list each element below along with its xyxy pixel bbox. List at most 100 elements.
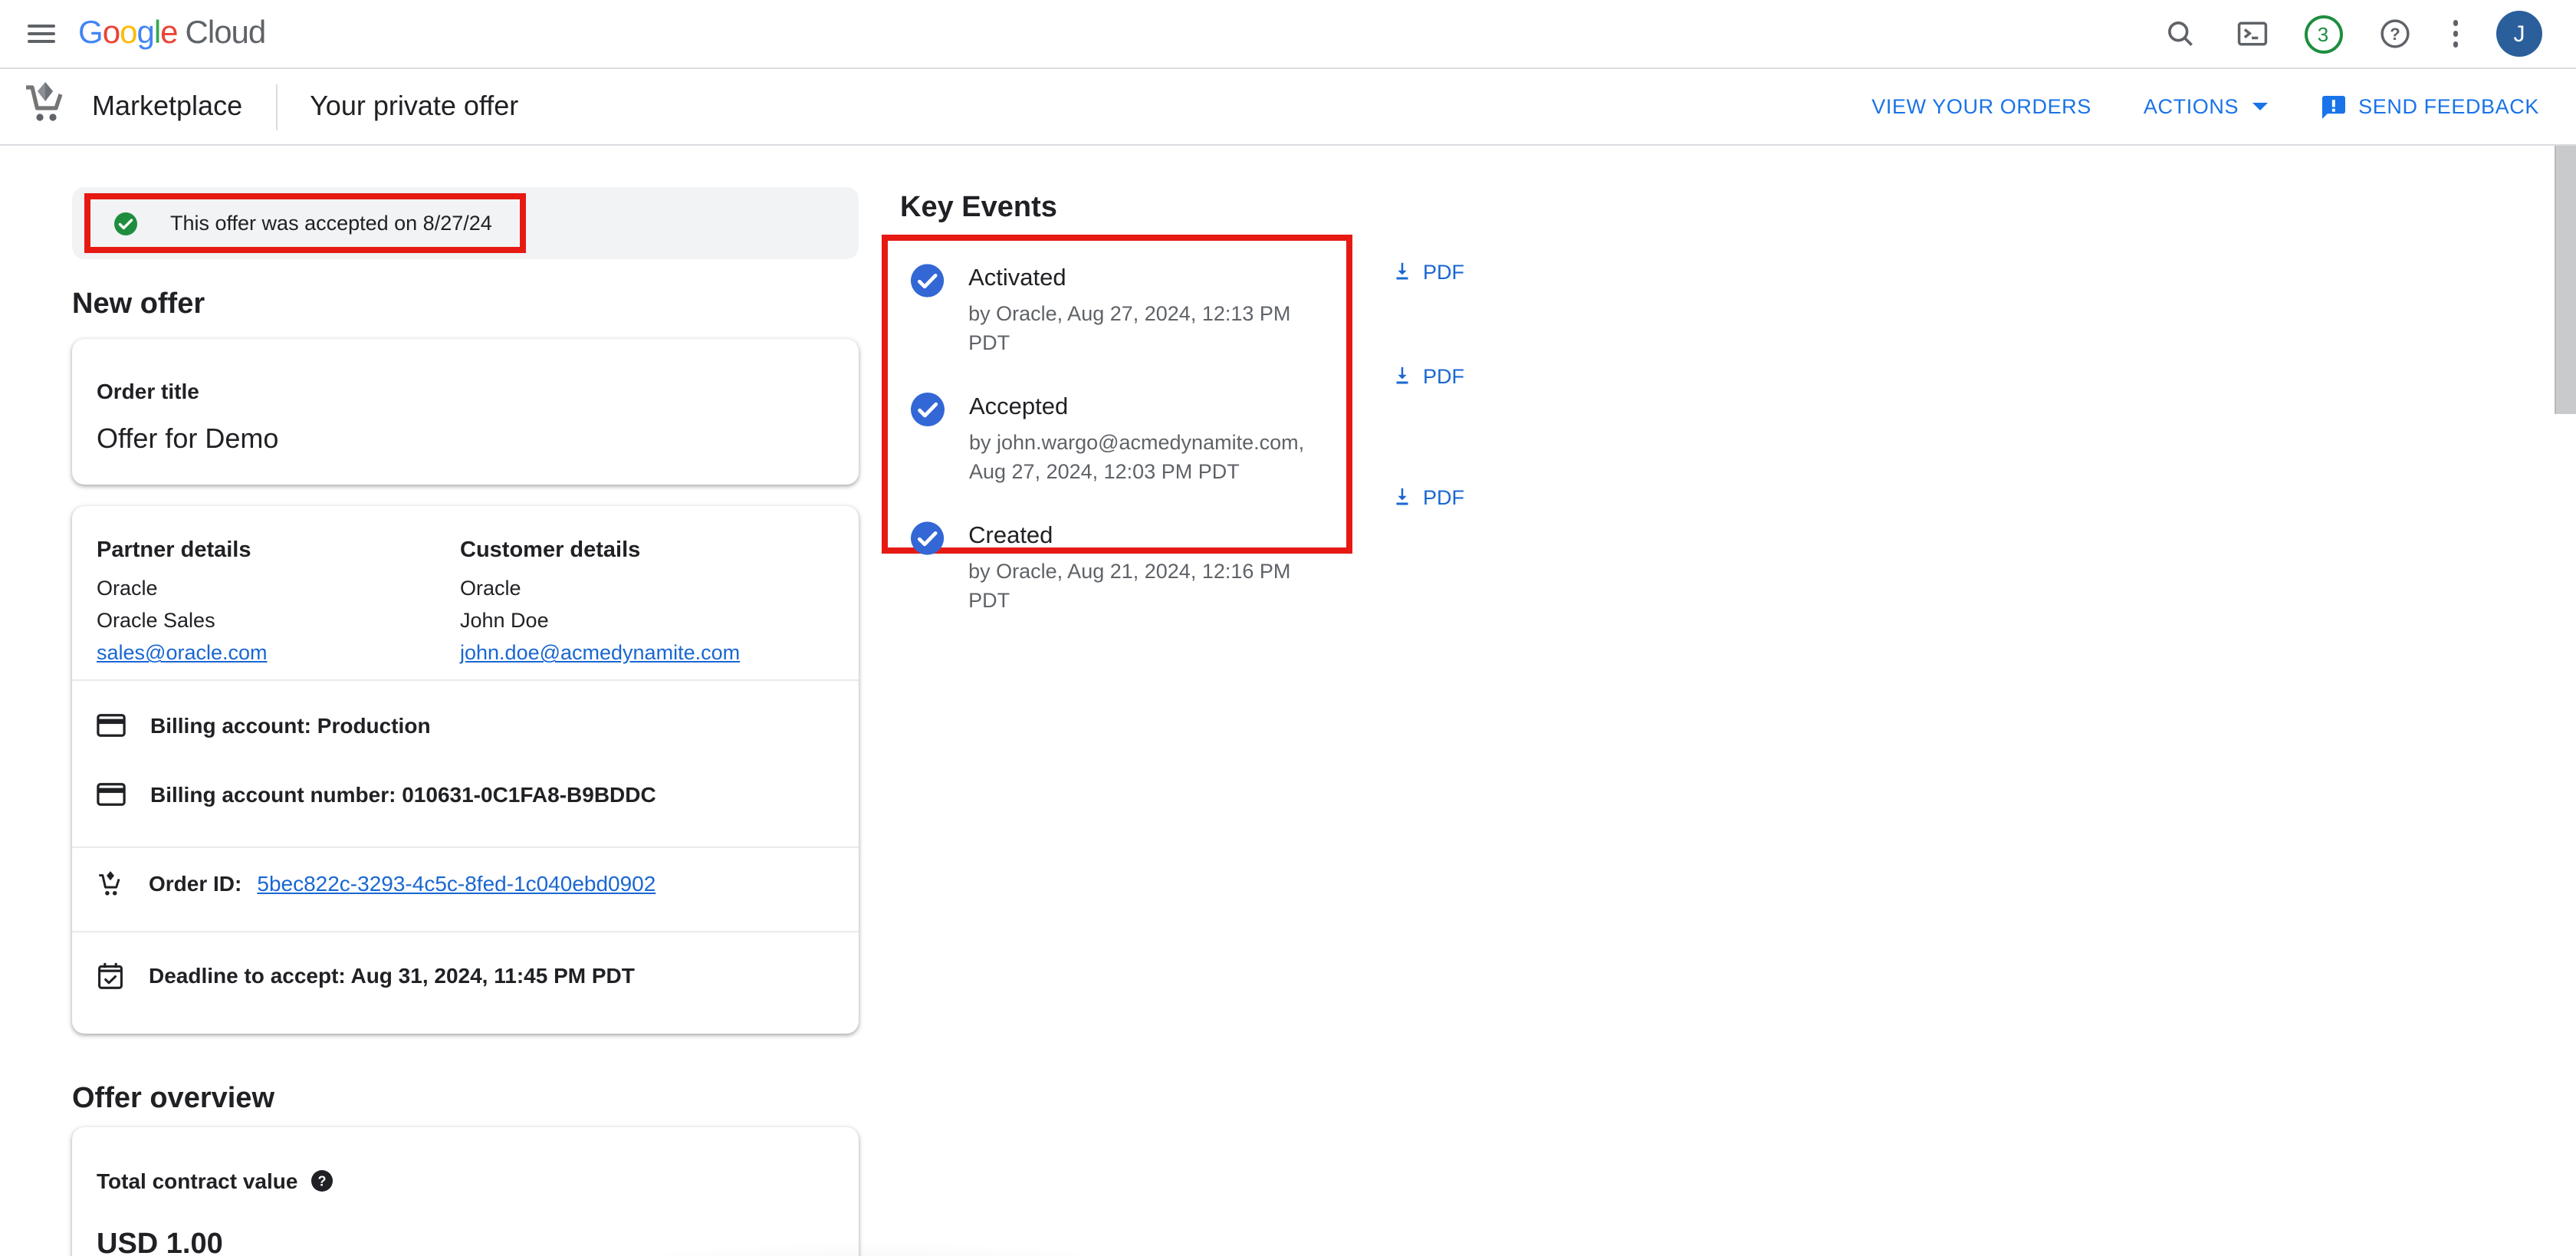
chevron-down-icon <box>2252 103 2268 110</box>
view-your-orders-button[interactable]: VIEW YOUR ORDERS <box>1871 95 2091 118</box>
partner-details-heading: Partner details <box>97 537 460 564</box>
breadcrumb-product[interactable]: Marketplace <box>92 90 242 123</box>
billing-account-number-text: Billing account number: 010631-0C1FA8-B9… <box>150 782 656 807</box>
avatar[interactable]: J <box>2496 11 2542 57</box>
cloud-shell-icon[interactable] <box>2232 14 2272 54</box>
event-created: Created by Oracle, Aug 21, 2024, 12:16 P… <box>909 520 1331 615</box>
event-check-icon <box>909 520 945 557</box>
offer-accepted-banner: This offer was accepted on 8/27/24 <box>72 187 859 259</box>
event-title: Activated <box>968 262 1331 294</box>
customer-email-link[interactable]: john.doe@acmedynamite.com <box>460 641 740 664</box>
search-icon[interactable] <box>2160 14 2200 54</box>
section-title-offer-overview: Offer overview <box>72 1083 274 1116</box>
gcp-marketplace-private-offer-page: Google Cloud 3 ? <box>0 0 2576 1256</box>
pdf-label: PDF <box>1423 364 1464 387</box>
section-title-key-events: Key Events <box>900 192 1057 225</box>
feedback-icon <box>2320 93 2348 120</box>
send-feedback-button[interactable]: SEND FEEDBACK <box>2320 93 2539 120</box>
help-icon[interactable]: ? <box>2374 14 2414 54</box>
customer-details-heading: Customer details <box>460 537 834 564</box>
order-cart-icon <box>97 869 124 898</box>
logo-letter: l <box>154 15 160 52</box>
event-detail: by john.wargo@acmedynamite.com, Aug 27, … <box>969 428 1304 486</box>
customer-details: Customer details Oracle John Doe john.do… <box>460 537 834 679</box>
top-actions: 3 ? J <box>2160 11 2542 57</box>
menu-icon[interactable] <box>28 25 55 43</box>
order-title-label: Order title <box>97 377 834 405</box>
download-icon <box>1391 259 1414 284</box>
logo-letter: G <box>78 15 103 52</box>
customer-company: Oracle <box>460 572 834 604</box>
deadline-text: Deadline to accept: Aug 31, 2024, 11:45 … <box>149 963 635 988</box>
top-navbar: Google Cloud 3 ? <box>0 0 2576 69</box>
order-id-row: Order ID: 5bec822c-3293-4c5c-8fed-1c040e… <box>97 866 834 900</box>
page-title: Your private offer <box>310 90 518 123</box>
google-cloud-logo[interactable]: Google Cloud <box>78 15 265 52</box>
event-detail: by Oracle, Aug 21, 2024, 12:16 PM PDT <box>968 557 1331 615</box>
pdf-label: PDF <box>1423 260 1464 283</box>
annotation-box-key-events: Activated by Oracle, Aug 27, 2024, 12:13… <box>882 235 1352 554</box>
actions-dropdown-button[interactable]: ACTIONS <box>2144 95 2268 118</box>
partner-company: Oracle <box>97 572 460 604</box>
logo-letter: g <box>136 15 153 52</box>
annotation-box-banner: This offer was accepted on 8/27/24 <box>84 193 526 253</box>
download-pdf-link-created[interactable]: PDF <box>1391 482 1464 512</box>
download-pdf-link-accepted[interactable]: PDF <box>1391 360 1464 391</box>
credit-card-icon <box>97 782 126 807</box>
billing-account-number-row: Billing account number: 010631-0C1FA8-B9… <box>97 778 834 811</box>
order-id-link[interactable]: 5bec822c-3293-4c5c-8fed-1c040ebd0902 <box>257 871 656 896</box>
svg-text:?: ? <box>318 1174 327 1189</box>
billing-section: Billing account: Production Billing acco… <box>72 679 859 847</box>
vertical-scrollbar[interactable] <box>2555 146 2576 414</box>
download-icon <box>1391 363 1414 388</box>
calendar-check-icon <box>97 961 124 990</box>
partner-details: Partner details Oracle Oracle Sales sale… <box>97 537 460 679</box>
total-contract-value: USD 1.00 <box>97 1228 834 1256</box>
event-detail: by Oracle, Aug 27, 2024, 12:13 PM PDT <box>968 299 1331 357</box>
order-title-card: Order title Offer for Demo <box>72 339 859 485</box>
notifications-badge[interactable]: 3 <box>2304 15 2342 53</box>
credit-card-icon <box>97 713 126 738</box>
banner-message: This offer was accepted on 8/27/24 <box>170 212 492 235</box>
logo-letter: e <box>160 15 177 52</box>
main-content: This offer was accepted on 8/27/24 New o… <box>0 147 2576 1256</box>
parties-section: Partner details Oracle Oracle Sales sale… <box>72 506 859 679</box>
partner-name: Oracle Sales <box>97 604 460 636</box>
page-header-bar: Marketplace Your private offer VIEW YOUR… <box>0 69 2576 146</box>
key-events-section: Key Events Activated by Oracle, Aug 27, … <box>882 147 1541 761</box>
logo-cloud-text: Cloud <box>186 15 266 52</box>
event-check-icon <box>909 262 945 299</box>
page-actions: VIEW YOUR ORDERS ACTIONS SEND FEEDBACK <box>1871 93 2539 120</box>
offer-details-card: Partner details Oracle Oracle Sales sale… <box>72 506 859 1034</box>
marketplace-cart-icon <box>20 77 72 136</box>
order-id-label: Order ID: <box>149 871 242 896</box>
actions-label: ACTIONS <box>2144 95 2239 118</box>
deadline-section: Deadline to accept: Aug 31, 2024, 11:45 … <box>72 931 859 992</box>
more-options-icon[interactable] <box>2446 21 2464 48</box>
logo-letter: o <box>103 15 120 52</box>
event-title: Created <box>968 520 1331 552</box>
deadline-row: Deadline to accept: Aug 31, 2024, 11:45 … <box>97 958 834 992</box>
download-icon <box>1391 485 1414 509</box>
logo-letter: o <box>120 15 136 52</box>
partner-email-link[interactable]: sales@oracle.com <box>97 641 268 664</box>
order-title-value: Offer for Demo <box>97 423 834 455</box>
customer-name: John Doe <box>460 604 834 636</box>
billing-account-text: Billing account: Production <box>150 713 431 738</box>
success-check-icon <box>112 209 140 237</box>
download-pdf-link-activated[interactable]: PDF <box>1391 256 1464 287</box>
svg-text:?: ? <box>2389 25 2399 44</box>
event-activated: Activated by Oracle, Aug 27, 2024, 12:13… <box>909 262 1331 357</box>
event-title: Accepted <box>969 391 1304 423</box>
billing-account-row: Billing account: Production <box>97 709 834 742</box>
total-contract-value-card: Total contract value ? USD 1.00 <box>72 1127 859 1256</box>
order-id-section: Order ID: 5bec822c-3293-4c5c-8fed-1c040e… <box>72 847 859 931</box>
help-tooltip-icon[interactable]: ? <box>310 1169 334 1193</box>
header-divider <box>276 84 278 130</box>
total-contract-value-label: Total contract value <box>97 1167 297 1195</box>
section-title-new-offer: New offer <box>72 288 205 322</box>
pdf-label: PDF <box>1423 485 1464 508</box>
event-accepted: Accepted by john.wargo@acmedynamite.com,… <box>909 391 1331 486</box>
send-feedback-label: SEND FEEDBACK <box>2358 95 2539 118</box>
event-check-icon <box>909 391 946 428</box>
